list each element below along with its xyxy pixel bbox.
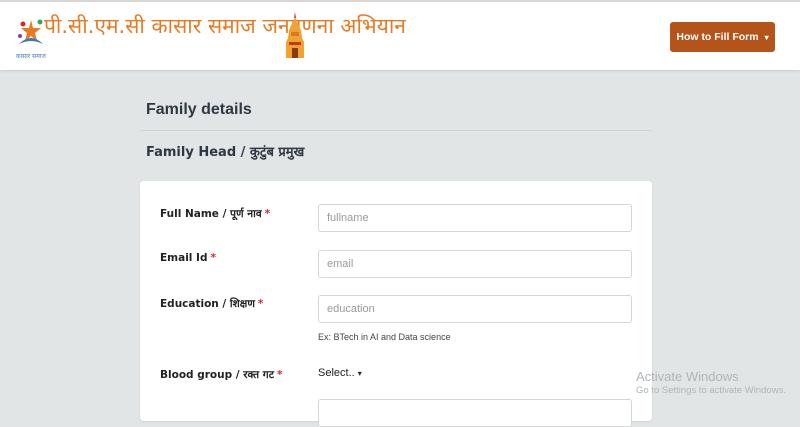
- navbar: पी.सी.एम.सी कासार समाज जनगणना अभियान कास…: [0, 2, 800, 70]
- site-title[interactable]: पी.सी.एम.सी कासार समाज जनगणना अभियान: [44, 12, 406, 40]
- activate-windows-watermark: Activate Windows Go to Settings to activ…: [636, 369, 786, 396]
- logo-subtext: कासार समाज: [16, 53, 46, 60]
- email-label: Email Id *: [160, 252, 216, 264]
- how-to-fill-form-label: How to Fill Form: [676, 31, 759, 43]
- email-input[interactable]: [318, 250, 632, 278]
- required-mark: *: [277, 369, 283, 381]
- watermark-title: Activate Windows: [636, 369, 739, 384]
- family-head-form: Full Name / पूर्ण नाव* Email Id* Educati…: [140, 181, 652, 427]
- full-name-label: Full Name / पूर्ण नाव *: [160, 207, 270, 221]
- blood-group-selected-value: Select..: [318, 367, 355, 379]
- logo-icon[interactable]: [14, 14, 48, 56]
- section-title: Family details: [146, 101, 252, 118]
- required-mark: *: [264, 208, 271, 220]
- full-name-input[interactable]: [318, 204, 632, 232]
- blood-group-label: Blood group / रक्त गट *: [160, 368, 283, 382]
- required-mark: *: [257, 298, 264, 310]
- full-name-label-text: Full Name / पूर्ण नाव: [160, 208, 262, 220]
- watermark-subtitle: Go to Settings to activate Windows.: [636, 385, 786, 396]
- how-to-fill-form-button[interactable]: How to Fill Form ▾: [670, 22, 775, 52]
- email-label-text: Email Id: [160, 252, 208, 264]
- education-input[interactable]: [318, 295, 632, 323]
- section-divider: [140, 130, 652, 131]
- subsection-title: Family Head / कुटुंब प्रमुख: [146, 145, 305, 160]
- temple-icon: [286, 12, 304, 58]
- education-hint: Ex: BTech in AI and Data science: [318, 332, 451, 342]
- chevron-down-icon: ▾: [764, 32, 769, 42]
- blood-group-label-text: Blood group / रक्त गट: [160, 369, 275, 381]
- chevron-down-icon: ▾: [357, 369, 362, 378]
- education-label-text: Education / शिक्षण: [160, 298, 255, 310]
- next-field-input[interactable]: [318, 399, 632, 427]
- required-mark: *: [210, 252, 216, 264]
- blood-group-select[interactable]: Select.. ▾: [318, 367, 362, 379]
- education-label: Education / शिक्षण *: [160, 297, 263, 311]
